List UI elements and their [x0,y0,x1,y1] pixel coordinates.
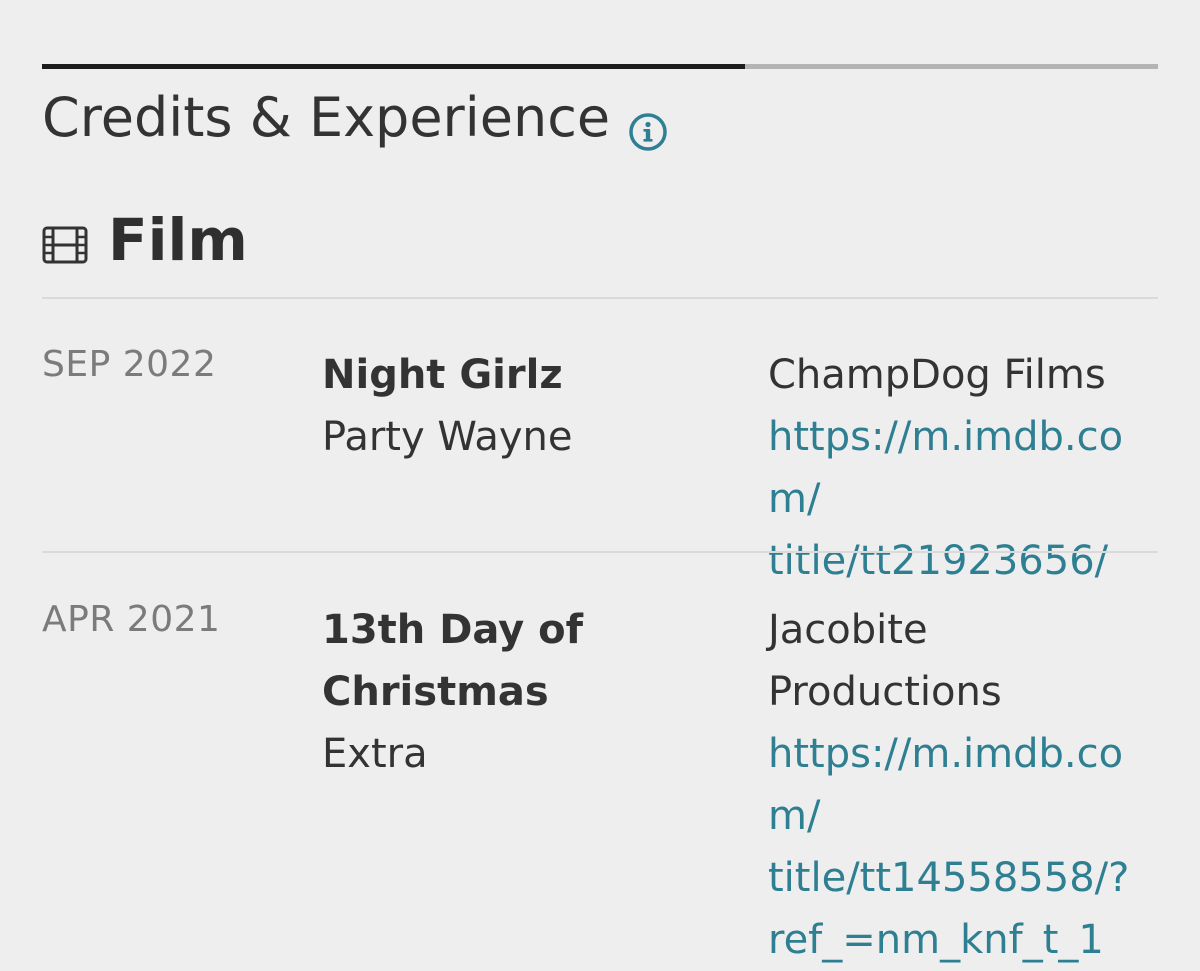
credit-title-line: Christmas [322,669,549,715]
credit-production: Jacobite Productions https://m.imdb.com/… [768,599,1158,971]
link-line: https://m.imdb.com/ [768,414,1124,522]
credit-date: APR 2021 [42,599,221,640]
link-line: title/tt14558558/? [768,855,1130,901]
link-line: https://m.imdb.com/ [768,731,1124,839]
production-company-line: Jacobite [768,607,928,653]
film-strip-icon [42,225,88,265]
category-heading: Film [42,206,248,274]
category-label: Film [108,206,248,274]
imdb-link[interactable]: https://m.imdb.com/ title/tt14558558/? r… [768,723,1158,971]
credit-role: Party Wayne [322,414,573,460]
imdb-link[interactable]: https://m.imdb.com/ title/tt21923656/ [768,406,1158,592]
credit-info: 13th Day of Christmas Extra [322,599,722,785]
credit-production: ChampDog Films https://m.imdb.com/ title… [768,344,1158,592]
divider [42,551,1158,553]
credit-role: Extra [322,731,428,777]
section-title: Credits & Experience [42,86,668,151]
section-title-text: Credits & Experience [42,86,611,149]
tab-bar-active-indicator [42,64,746,69]
divider [42,297,1158,299]
info-circle-icon [629,112,667,151]
credit-date: SEP 2022 [42,344,217,385]
credit-title-line: 13th Day of [322,607,584,653]
link-line: title/tt21923656/ [768,538,1109,584]
link-line: ref_=nm_knf_t_1 [768,917,1104,963]
credit-info: Night Girlz Party Wayne [322,344,722,468]
section-tab-bar [42,64,1158,69]
info-icon[interactable] [628,102,668,151]
production-company-line: Productions [768,669,1002,715]
credit-title: Night Girlz [322,352,563,398]
production-company: ChampDog Films [768,352,1106,398]
